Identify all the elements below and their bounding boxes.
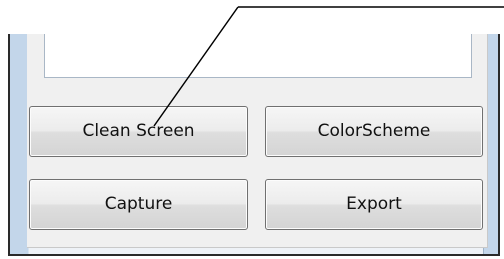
output-listbox[interactable] [44,34,472,78]
capture-button[interactable]: Capture [29,179,248,230]
color-scheme-button[interactable]: ColorScheme [265,106,483,157]
screenshot-stage: Clean Screen ColorScheme Capture Export [0,0,504,259]
clean-screen-button[interactable]: Clean Screen [29,106,248,157]
export-button[interactable]: Export [265,179,483,230]
